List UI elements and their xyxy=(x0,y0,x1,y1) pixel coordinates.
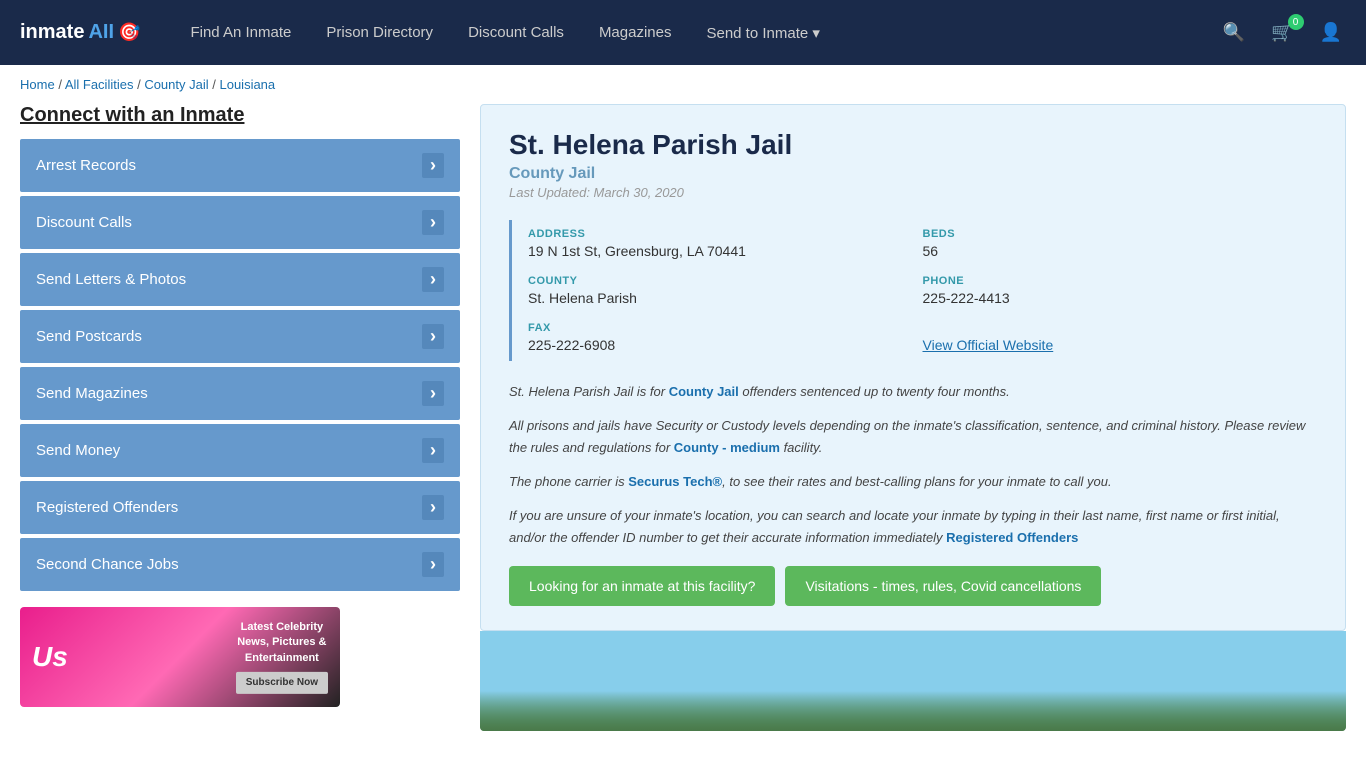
main-nav: Find An Inmate Prison Directory Discount… xyxy=(190,24,1188,42)
sidebar-item-label: Send Letters & Photos xyxy=(36,271,186,288)
ad-subscribe-button[interactable]: Subscribe Now xyxy=(236,672,328,694)
navbar-icons: 🔍 🛒 0 👤 xyxy=(1219,18,1346,47)
sidebar: Connect with an Inmate Arrest Records › … xyxy=(20,104,460,731)
sidebar-item-label: Second Chance Jobs xyxy=(36,556,179,573)
breadcrumb: Home / All Facilities / County Jail / Lo… xyxy=(0,65,1366,104)
looking-for-inmate-button[interactable]: Looking for an inmate at this facility? xyxy=(509,566,775,606)
site-logo[interactable]: inmate AII 🎯 xyxy=(20,21,140,44)
sidebar-ad[interactable]: Us Latest Celebrity News, Pictures & Ent… xyxy=(20,607,340,707)
detail-beds: BEDS 56 xyxy=(923,220,1318,267)
beds-value: 56 xyxy=(923,243,1310,259)
visitations-button[interactable]: Visitations - times, rules, Covid cancel… xyxy=(785,566,1101,606)
chevron-right-icon: › xyxy=(422,153,444,178)
cart-button[interactable]: 🛒 0 xyxy=(1267,18,1297,47)
navbar: inmate AII 🎯 Find An Inmate Prison Direc… xyxy=(0,0,1366,65)
chevron-right-icon: › xyxy=(422,495,444,520)
desc-1: St. Helena Parish Jail is for County Jai… xyxy=(509,381,1317,403)
registered-offenders-link[interactable]: Registered Offenders xyxy=(946,530,1078,545)
chevron-right-icon: › xyxy=(422,552,444,577)
sidebar-item-registered-offenders[interactable]: Registered Offenders › xyxy=(20,481,460,534)
sidebar-item-second-chance-jobs[interactable]: Second Chance Jobs › xyxy=(20,538,460,591)
sidebar-title: Connect with an Inmate xyxy=(20,104,460,127)
nav-find-inmate[interactable]: Find An Inmate xyxy=(190,24,291,41)
official-website-link[interactable]: View Official Website xyxy=(923,337,1054,353)
phone-label: PHONE xyxy=(923,275,1310,287)
desc-2: All prisons and jails have Security or C… xyxy=(509,415,1317,459)
nav-discount-calls[interactable]: Discount Calls xyxy=(468,24,564,41)
action-buttons: Looking for an inmate at this facility? … xyxy=(509,566,1317,606)
facility-last-updated: Last Updated: March 30, 2020 xyxy=(509,185,1317,200)
sidebar-item-send-money[interactable]: Send Money › xyxy=(20,424,460,477)
desc-4: If you are unsure of your inmate's locat… xyxy=(509,505,1317,549)
chevron-right-icon: › xyxy=(422,210,444,235)
county-jail-link[interactable]: County Jail xyxy=(669,384,739,399)
breadcrumb-home[interactable]: Home xyxy=(20,77,55,92)
county-value: St. Helena Parish xyxy=(528,290,915,306)
search-button[interactable]: 🔍 xyxy=(1219,18,1249,47)
sidebar-item-label: Discount Calls xyxy=(36,214,132,231)
address-label: ADDRESS xyxy=(528,228,915,240)
chevron-right-icon: › xyxy=(422,381,444,406)
detail-phone: PHONE 225-222-4413 xyxy=(923,267,1318,314)
county-label: COUNTY xyxy=(528,275,915,287)
logo-text: inmate xyxy=(20,21,84,44)
nav-send-to-inmate[interactable]: Send to Inmate ▾ xyxy=(706,24,819,42)
securus-link[interactable]: Securus Tech® xyxy=(628,474,722,489)
detail-fax: FAX 225-222-6908 xyxy=(528,314,923,361)
breadcrumb-state[interactable]: Louisiana xyxy=(219,77,275,92)
sidebar-item-label: Registered Offenders xyxy=(36,499,178,516)
facility-card: St. Helena Parish Jail County Jail Last … xyxy=(480,104,1346,631)
ad-logo: Us xyxy=(32,641,68,673)
main-container: Connect with an Inmate Arrest Records › … xyxy=(0,104,1366,751)
facility-type: County Jail xyxy=(509,165,1317,183)
fax-value: 225-222-6908 xyxy=(528,337,915,353)
sidebar-item-discount-calls[interactable]: Discount Calls › xyxy=(20,196,460,249)
logo-all-text: AII xyxy=(88,21,114,44)
cart-badge: 0 xyxy=(1288,14,1304,30)
user-button[interactable]: 👤 xyxy=(1316,18,1346,47)
sidebar-menu: Arrest Records › Discount Calls › Send L… xyxy=(20,139,460,591)
nav-magazines[interactable]: Magazines xyxy=(599,24,672,41)
desc-3: The phone carrier is Securus Tech®, to s… xyxy=(509,471,1317,493)
phone-value: 225-222-4413 xyxy=(923,290,1310,306)
address-value: 19 N 1st St, Greensburg, LA 70441 xyxy=(528,243,915,259)
detail-county: COUNTY St. Helena Parish xyxy=(528,267,923,314)
breadcrumb-county-jail[interactable]: County Jail xyxy=(144,77,208,92)
chevron-right-icon: › xyxy=(422,267,444,292)
facility-image xyxy=(480,631,1346,731)
ad-text: Latest Celebrity News, Pictures & Entert… xyxy=(236,620,328,694)
facility-description: St. Helena Parish Jail is for County Jai… xyxy=(509,381,1317,550)
sidebar-item-label: Send Magazines xyxy=(36,385,148,402)
sidebar-item-label: Send Postcards xyxy=(36,328,142,345)
logo-icon: 🎯 xyxy=(118,22,140,43)
detail-address: ADDRESS 19 N 1st St, Greensburg, LA 7044… xyxy=(528,220,923,267)
sidebar-item-label: Send Money xyxy=(36,442,120,459)
detail-website: WEBSITE View Official Website xyxy=(923,314,1318,361)
sidebar-item-arrest-records[interactable]: Arrest Records › xyxy=(20,139,460,192)
sidebar-item-send-magazines[interactable]: Send Magazines › xyxy=(20,367,460,420)
sidebar-item-label: Arrest Records xyxy=(36,157,136,174)
facility-details: ADDRESS 19 N 1st St, Greensburg, LA 7044… xyxy=(509,220,1317,361)
facility-name: St. Helena Parish Jail xyxy=(509,129,1317,161)
nav-prison-directory[interactable]: Prison Directory xyxy=(326,24,433,41)
breadcrumb-all-facilities[interactable]: All Facilities xyxy=(65,77,134,92)
main-content: St. Helena Parish Jail County Jail Last … xyxy=(480,104,1346,731)
chevron-right-icon: › xyxy=(422,438,444,463)
fax-label: FAX xyxy=(528,322,915,334)
sidebar-item-send-letters[interactable]: Send Letters & Photos › xyxy=(20,253,460,306)
chevron-right-icon: › xyxy=(422,324,444,349)
sidebar-item-send-postcards[interactable]: Send Postcards › xyxy=(20,310,460,363)
beds-label: BEDS xyxy=(923,228,1310,240)
county-medium-link[interactable]: County - medium xyxy=(674,440,780,455)
